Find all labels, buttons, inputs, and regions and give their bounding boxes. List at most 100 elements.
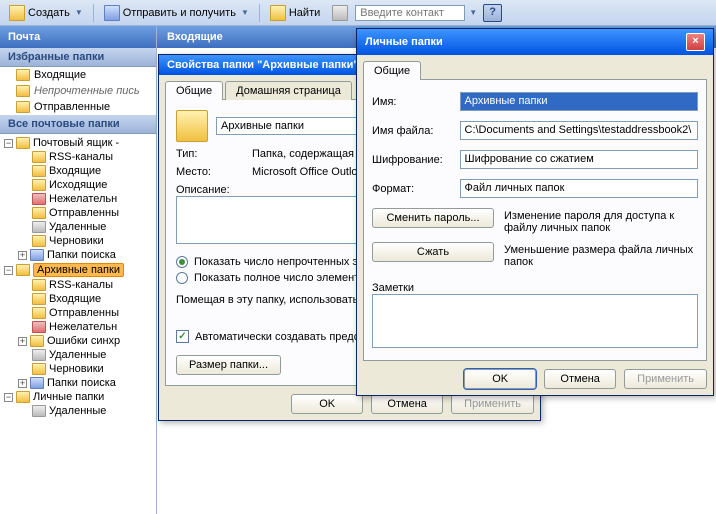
- label: Ошибки синхр: [47, 335, 120, 347]
- tree-a-deleted[interactable]: Удаленные: [0, 348, 156, 362]
- collapse-icon[interactable]: −: [4, 266, 13, 275]
- tree-a-search[interactable]: + Папки поиска: [0, 376, 156, 390]
- compact-hint: Уменьшение размера файла личных папок: [504, 242, 698, 268]
- tree-a-syncerr[interactable]: + Ошибки синхр: [0, 334, 156, 348]
- apply-button[interactable]: Применить: [451, 394, 534, 414]
- junk-icon: [32, 321, 46, 333]
- archive-icon: [16, 264, 30, 276]
- tree-a-junk[interactable]: Нежелательн: [0, 320, 156, 334]
- checkbox-icon: ✓: [176, 330, 189, 343]
- label: Отправленны: [49, 207, 119, 219]
- label: Архивные папки: [33, 263, 124, 277]
- folder-icon: [32, 293, 46, 305]
- dialog-title[interactable]: Личные папки×: [357, 29, 713, 55]
- tree-junk[interactable]: Нежелательн: [0, 192, 156, 206]
- folder-size-button[interactable]: Размер папки...: [176, 355, 281, 375]
- trash-icon: [32, 221, 46, 233]
- sync-error-icon: [30, 335, 44, 347]
- folder-icon: [32, 307, 46, 319]
- cancel-button[interactable]: Отмена: [544, 369, 616, 389]
- new-icon: [9, 5, 25, 21]
- compact-button[interactable]: Сжать: [372, 242, 494, 262]
- nav-pane: Почта Избранные папки Входящие Непрочтен…: [0, 26, 157, 514]
- name-label: Имя:: [372, 96, 460, 108]
- addressbook-button[interactable]: [327, 2, 353, 24]
- apply-button[interactable]: Применить: [624, 369, 707, 389]
- tree-personal[interactable]: − Личные папки: [0, 390, 156, 404]
- tree-a-sent[interactable]: Отправленны: [0, 306, 156, 320]
- personal-folders-dialog: Личные папки× Общие Имя:Архивные папки И…: [356, 28, 714, 396]
- label: Удаленные: [49, 405, 106, 417]
- collapse-icon[interactable]: −: [4, 393, 13, 402]
- chevron-down-icon: ▼: [75, 8, 83, 17]
- allfolders-header: Все почтовые папки: [0, 115, 156, 134]
- main-toolbar: Создать ▼ Отправить и получить▼ Найти ▼ ?: [0, 0, 716, 26]
- expand-icon[interactable]: +: [18, 379, 27, 388]
- personal-icon: [16, 391, 30, 403]
- fmt-label: Формат:: [372, 183, 460, 195]
- fav-unread[interactable]: Непрочтенные пись: [0, 83, 156, 99]
- radio-icon: [176, 272, 188, 284]
- tab-homepage[interactable]: Домашняя страница: [225, 81, 352, 100]
- folder-tree: −Почтовый ящик - RSS-каналы Входящие Исх…: [0, 134, 156, 420]
- tree-a-drafts[interactable]: Черновики: [0, 362, 156, 376]
- place-value: Microsoft Office Outlook: [252, 166, 369, 178]
- tree-sent[interactable]: Отправленны: [0, 206, 156, 220]
- ok-button[interactable]: OK: [464, 369, 536, 389]
- sendrecv-button[interactable]: Отправить и получить▼: [99, 2, 254, 24]
- separator: [259, 4, 260, 22]
- help-button[interactable]: ?: [483, 4, 502, 22]
- label: Нежелательн: [49, 193, 117, 205]
- label: RSS-каналы: [49, 279, 113, 291]
- label: Непрочтенные пись: [34, 85, 140, 97]
- expand-icon[interactable]: +: [18, 337, 27, 346]
- create-label: Создать: [28, 7, 70, 19]
- enc-value: Шифрование со сжатием: [460, 150, 699, 169]
- find-label: Найти: [289, 7, 320, 19]
- close-button[interactable]: ×: [686, 33, 705, 51]
- tree-a-inbox[interactable]: Входящие: [0, 292, 156, 306]
- name-input[interactable]: Архивные папки: [460, 92, 699, 111]
- tree-mailbox[interactable]: −Почтовый ящик -: [0, 136, 156, 150]
- contact-search-input[interactable]: [355, 5, 465, 21]
- folder-icon: [16, 101, 30, 113]
- tree-archive[interactable]: − Архивные папки: [0, 262, 156, 278]
- label: Показать полное число элементов: [194, 272, 371, 284]
- tree-drafts[interactable]: Черновики: [0, 234, 156, 248]
- label: Папки поиска: [47, 377, 116, 389]
- tree-inbox[interactable]: Входящие: [0, 164, 156, 178]
- notes-textarea[interactable]: [372, 294, 698, 348]
- find-icon: [270, 5, 286, 21]
- cancel-button[interactable]: Отмена: [371, 394, 443, 414]
- file-label: Имя файла:: [372, 125, 460, 137]
- expand-icon[interactable]: +: [18, 251, 27, 260]
- collapse-icon[interactable]: −: [4, 139, 13, 148]
- chevron-down-icon[interactable]: ▼: [469, 8, 477, 17]
- label: Удаленные: [49, 221, 106, 233]
- find-button[interactable]: Найти: [265, 2, 325, 24]
- label: Удаленные: [49, 349, 106, 361]
- tree-deleted[interactable]: Удаленные: [0, 220, 156, 234]
- label: Автоматически создавать представ: [195, 331, 376, 343]
- label: Отправленные: [34, 101, 110, 113]
- tree-a-rss[interactable]: RSS-каналы: [0, 278, 156, 292]
- label: Входящие: [49, 165, 101, 177]
- create-button[interactable]: Создать ▼: [4, 2, 88, 24]
- notes-label: Заметки: [372, 282, 698, 294]
- tree-search[interactable]: +Папки поиска: [0, 248, 156, 262]
- tree-rss[interactable]: RSS-каналы: [0, 150, 156, 164]
- fav-sent[interactable]: Отправленные: [0, 99, 156, 115]
- file-value: C:\Documents and Settings\testaddressboo…: [460, 121, 699, 140]
- tree-p-deleted[interactable]: Удаленные: [0, 404, 156, 418]
- tab-general[interactable]: Общие: [165, 81, 223, 100]
- type-label: Тип:: [176, 148, 244, 160]
- tree-outbox[interactable]: Исходящие: [0, 178, 156, 192]
- separator: [93, 4, 94, 22]
- label: RSS-каналы: [49, 151, 113, 163]
- ok-button[interactable]: OK: [291, 394, 363, 414]
- book-icon: [332, 5, 348, 21]
- change-password-button[interactable]: Сменить пароль...: [372, 208, 494, 228]
- tab-general[interactable]: Общие: [363, 61, 421, 80]
- fav-inbox[interactable]: Входящие: [0, 67, 156, 83]
- label: Личные папки: [33, 391, 104, 403]
